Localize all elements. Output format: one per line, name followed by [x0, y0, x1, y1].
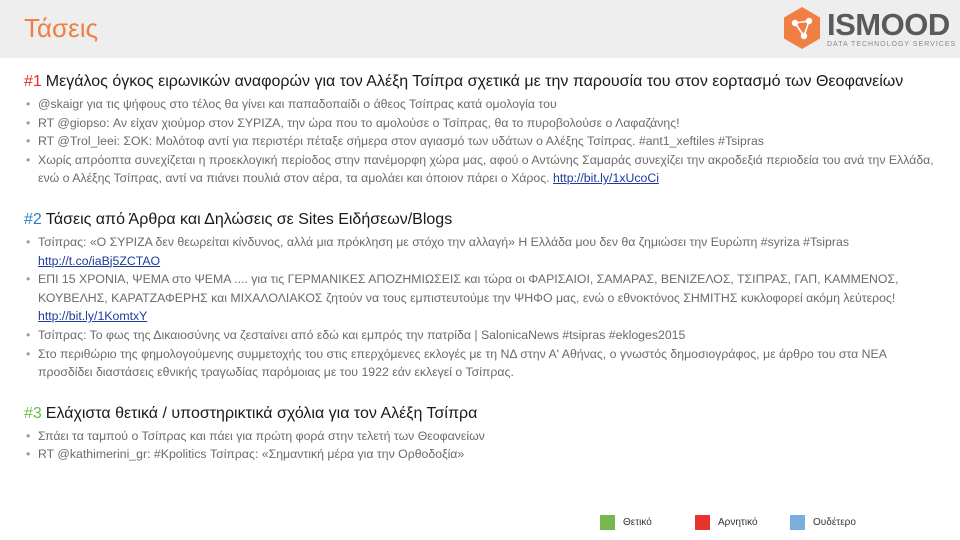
trends-content: #1 Μεγάλος όγκος ειρωνικών αναφορών για τ…: [24, 72, 942, 486]
item-link[interactable]: http://t.co/iaBj5ZCTAO: [38, 254, 160, 268]
section-title: Τάσεις από Άρθρα και Δηλώσεις σε Sites Ε…: [45, 210, 453, 228]
item-text: Στο περιθώριο της φημολογούμενης συμμετο…: [38, 346, 887, 380]
section-1: #1 Μεγάλος όγκος ειρωνικών αναφορών για τ…: [24, 72, 942, 188]
list-item: Χωρίς απρόοπτα συνεχίζεται η προεκλογική…: [24, 151, 942, 188]
legend-label: Αρνητικό: [718, 517, 758, 528]
section-heading: #3 Ελάχιστα θετικά / υποστηρικτικά σχόλια…: [24, 404, 942, 424]
list-item: RT @giopso: Αν είχαν χιούμορ στον ΣΥΡΙΖΑ…: [24, 114, 942, 133]
section-number: #1: [24, 73, 42, 90]
logo-subtitle: DATA TECHNOLOGY SERVICES: [827, 41, 957, 48]
item-text: @skaigr για τις ψήφους στο τέλος θα γίνε…: [38, 97, 557, 111]
item-text: Χωρίς απρόοπτα συνεχίζεται η προεκλογική…: [38, 152, 934, 186]
hexagon-network-icon: [784, 7, 820, 49]
item-list: Σπάει τα ταμπού ο Τσίπρας και πάει για π…: [24, 427, 942, 464]
list-item: Τσίπρας: «Ο ΣΥΡΙΖΑ δεν θεωρείται κίνδυνο…: [24, 233, 942, 270]
item-list: Τσίπρας: «Ο ΣΥΡΙΖΑ δεν θεωρείται κίνδυνο…: [24, 233, 942, 382]
legend-positive: Θετικό: [600, 515, 652, 530]
list-item: RT @kathimerini_gr: #Kpolitics Τσίπρας: …: [24, 445, 942, 464]
section-title: Μεγάλος όγκος ειρωνικών αναφορών για τον…: [45, 73, 904, 90]
item-text: RT @Trol_leei: ΣΟΚ: Μολότοφ αντί για περ…: [38, 134, 764, 149]
logo-text: ISMOOD: [827, 7, 950, 42]
list-item: ΕΠΙ 15 ΧΡΟΝΙΑ, ΨΕΜΑ στο ΨΕΜΑ .... για τι…: [24, 270, 942, 326]
legend-label: Θετικό: [623, 517, 652, 528]
ismood-logo: ISMOOD DATA TECHNOLOGY SERVICES: [780, 4, 955, 54]
negative-swatch: [695, 515, 710, 530]
item-text: Σπάει τα ταμπού ο Τσίπρας και πάει για π…: [38, 428, 485, 443]
section-heading: #1 Μεγάλος όγκος ειρωνικών αναφορών για τ…: [24, 72, 942, 92]
section-2: #2 Τάσεις από Άρθρα και Δηλώσεις σε Sites…: [24, 210, 942, 382]
list-item: @skaigr για τις ψήφους στο τέλος θα γίνε…: [24, 95, 942, 114]
section-number: #3: [24, 404, 42, 422]
page-title: Τάσεις: [24, 13, 99, 43]
item-list: @skaigr για τις ψήφους στο τέλος θα γίνε…: [24, 95, 942, 188]
header-bar: Τάσεις ISMOOD DATA TECHNOLOGY SERVICES: [0, 0, 960, 58]
item-text: RT @kathimerini_gr: #Kpolitics Τσίπρας: …: [38, 447, 465, 462]
section-title: Ελάχιστα θετικά / υποστηρικτικά σχόλια γ…: [45, 404, 478, 422]
legend-neutral: Ουδέτερο: [790, 515, 856, 530]
item-link[interactable]: http://bit.ly/1KomtxY: [38, 309, 147, 323]
legend-negative: Αρνητικό: [695, 515, 758, 530]
list-item: RT @Trol_leei: ΣΟΚ: Μολότοφ αντί για περ…: [24, 132, 942, 151]
item-text: ΕΠΙ 15 ΧΡΟΝΙΑ, ΨΕΜΑ στο ΨΕΜΑ .... για τι…: [38, 272, 899, 305]
item-text: RT @giopso: Αν είχαν χιούμορ στον ΣΥΡΙΖΑ…: [38, 115, 680, 130]
positive-swatch: [600, 515, 615, 530]
section-number: #2: [24, 210, 42, 228]
list-item: Σπάει τα ταμπού ο Τσίπρας και πάει για π…: [24, 427, 942, 446]
neutral-swatch: [790, 515, 805, 530]
section-3: #3 Ελάχιστα θετικά / υποστηρικτικά σχόλια…: [24, 404, 942, 464]
item-text: Τσίπρας: «Ο ΣΥΡΙΖΑ δεν θεωρείται κίνδυνο…: [38, 234, 849, 249]
section-heading: #2 Τάσεις από Άρθρα και Δηλώσεις σε Sites…: [24, 210, 942, 230]
item-text: Τσίπρας: Το φως της Δικαιοσύνης να ζεστα…: [38, 327, 686, 342]
list-item: Τσίπρας: Το φως της Δικαιοσύνης να ζεστα…: [24, 326, 942, 345]
item-link[interactable]: http://bit.ly/1xUcoCi: [553, 171, 659, 185]
list-item: Στο περιθώριο της φημολογούμενης συμμετο…: [24, 345, 942, 382]
legend-label: Ουδέτερο: [813, 517, 856, 528]
